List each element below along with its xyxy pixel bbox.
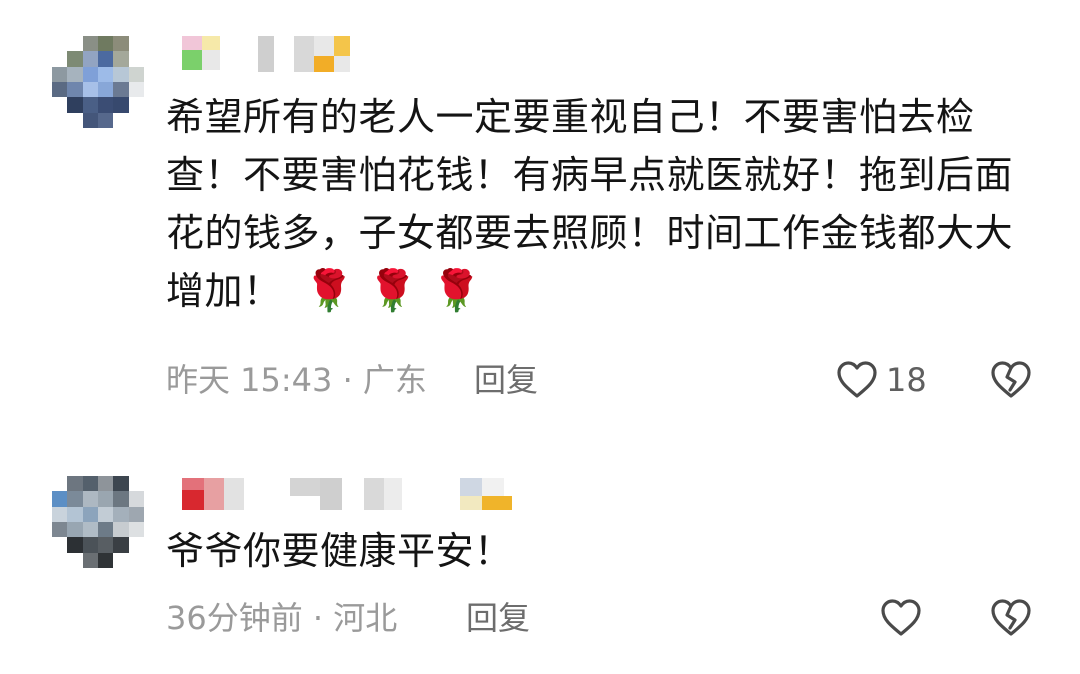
like-button[interactable] (880, 598, 922, 638)
reply-button[interactable]: 回复 (474, 360, 538, 400)
dislike-button[interactable] (990, 360, 1032, 400)
comment-location: 河北 (333, 599, 398, 637)
broken-heart-icon (990, 360, 1032, 400)
heart-outline-icon (880, 598, 922, 638)
avatar[interactable] (52, 476, 144, 568)
like-count: 18 (886, 361, 927, 399)
avatar[interactable] (52, 36, 144, 128)
like-button[interactable]: 18 (836, 360, 927, 400)
dislike-button[interactable] (990, 598, 1032, 638)
heart-outline-icon (836, 360, 878, 400)
username[interactable] (182, 36, 352, 76)
comment-meta: 昨天 15:43 · 广东 (166, 361, 427, 399)
comment-text: 爷爷你要健康平安！ (166, 522, 1026, 580)
rose-emoji: 🌹🌹🌹 (304, 268, 496, 314)
comment-text: 希望所有的老人一定要重视自己！不要害怕去检查！不要害怕花钱！有病早点就医就好！拖… (166, 88, 1026, 320)
username[interactable] (182, 474, 522, 514)
comment-location: 广东 (362, 361, 427, 399)
comment-meta: 36分钟前 · 河北 (166, 599, 398, 637)
broken-heart-icon (990, 598, 1032, 638)
comment-time: 昨天 15:43 (166, 361, 333, 399)
comment-time: 36分钟前 (166, 599, 303, 637)
reply-button[interactable]: 回复 (466, 598, 530, 638)
comment-body: 希望所有的老人一定要重视自己！不要害怕去检查！不要害怕花钱！有病早点就医就好！拖… (166, 95, 1014, 313)
comment-body: 爷爷你要健康平安！ (166, 529, 513, 573)
